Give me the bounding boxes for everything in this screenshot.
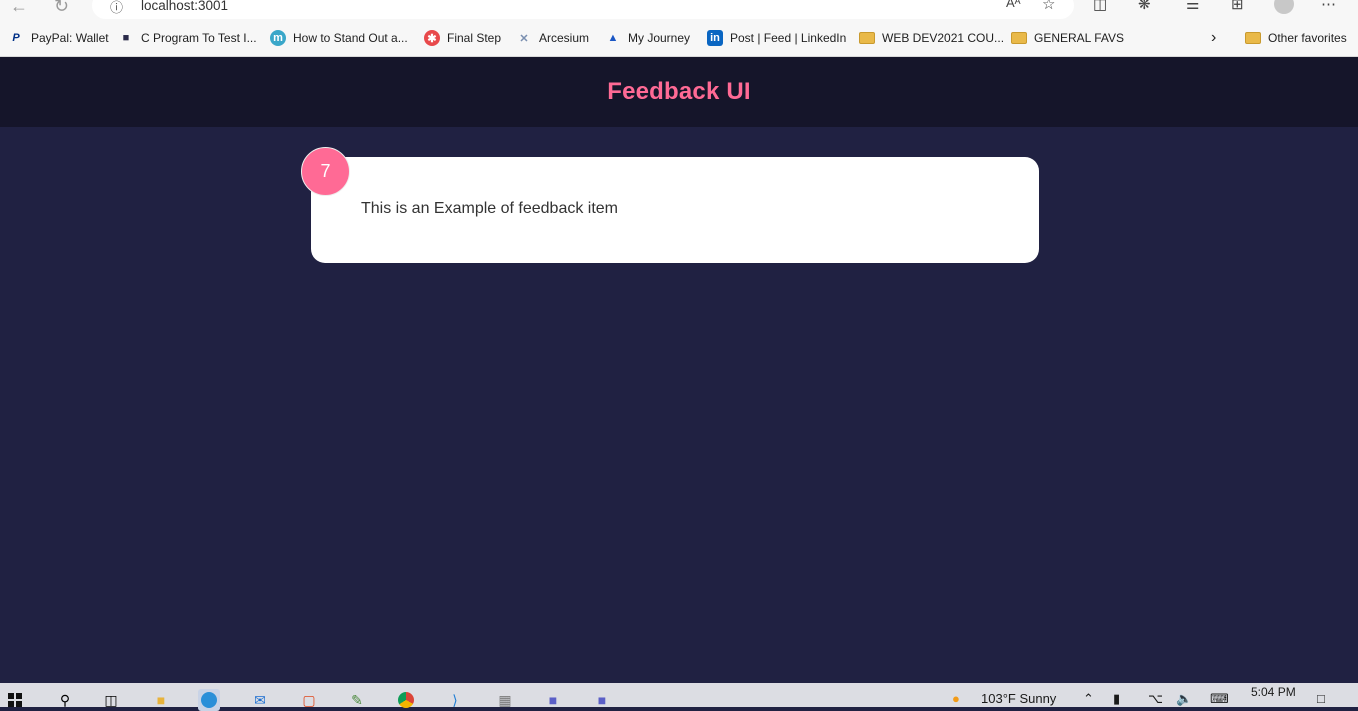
arcesium-icon: ✕ (519, 32, 529, 45)
clock-time[interactable]: 5:04 PM (1251, 685, 1296, 699)
bookmark-final-step[interactable]: ✱ Final Step (424, 29, 501, 47)
bookmark-stand-out[interactable]: m How to Stand Out a... (270, 29, 408, 47)
bookmark-arcesium[interactable]: ✕ Arcesium (516, 29, 589, 47)
rating-badge: 7 (301, 147, 350, 196)
back-icon[interactable]: ← (10, 0, 28, 17)
bookmark-folder-webdev[interactable]: WEB DEV2021 COU... (859, 29, 1004, 47)
profile-avatar[interactable] (1274, 0, 1294, 14)
bookmark-folder-general[interactable]: GENERAL FAVS (1011, 29, 1124, 47)
vscode-icon[interactable]: ⟩ (444, 689, 466, 711)
more-menu-icon[interactable]: ⋯ (1321, 0, 1336, 13)
medium-icon: m (270, 30, 286, 46)
bookmark-my-journey[interactable]: ▲ My Journey (605, 29, 690, 47)
other-favorites-folder[interactable]: Other favorites (1245, 29, 1347, 47)
bookmark-label: C Program To Test I... (141, 31, 257, 45)
app-icon[interactable]: ▦ (494, 689, 516, 711)
folder-icon (859, 30, 875, 46)
weather-sun-icon: ● (952, 691, 960, 706)
office-icon[interactable]: ▢ (298, 689, 320, 711)
bookmark-label: Post | Feed | LinkedIn (730, 31, 847, 45)
search-icon[interactable]: ⚲ (54, 689, 76, 711)
linkedin-icon: in (707, 30, 723, 46)
address-bar[interactable] (92, 0, 1074, 19)
final-step-icon: ✱ (424, 30, 440, 46)
browser-toolbar: ← ↻ ⓘ localhost:3001 Aᴬ ☆ ◫ ❋ ☰ ⊞ ⋯ (0, 0, 1358, 19)
journey-icon: ▲ (607, 32, 619, 44)
add-favorite-icon[interactable]: ☆ (1042, 0, 1055, 13)
bookmark-label: WEB DEV2021 COU... (882, 31, 1005, 45)
wifi-icon[interactable]: ⌥ (1148, 691, 1163, 707)
bookmark-label: PayPal: Wallet (31, 31, 109, 45)
other-favorites-label: Other favorites (1268, 31, 1347, 45)
edge-browser-icon[interactable] (198, 689, 220, 711)
refresh-icon[interactable]: ↻ (54, 0, 69, 17)
show-hidden-icons-chevron-icon[interactable]: ⌃ (1083, 691, 1094, 707)
windows-start-icon[interactable] (4, 689, 26, 711)
folder-icon (1011, 30, 1027, 46)
battery-icon[interactable]: ▮ (1113, 691, 1120, 707)
app-header: Feedback UI (0, 57, 1358, 127)
task-view-icon[interactable]: ◫ (100, 689, 122, 711)
bookmarks-overflow-chevron-icon[interactable]: › (1211, 29, 1216, 47)
site-icon: ■ (122, 32, 130, 44)
app-title: Feedback UI (607, 78, 751, 105)
bookmark-c-program[interactable]: ■ C Program To Test I... (118, 29, 257, 47)
volume-icon[interactable]: 🔈 (1176, 691, 1192, 707)
bookmark-label: GENERAL FAVS (1034, 31, 1125, 45)
chrome-icon[interactable] (395, 689, 417, 711)
collections-icon[interactable]: ⊞ (1231, 0, 1244, 13)
bookmark-label: Arcesium (539, 31, 590, 45)
bookmark-label: Final Step (447, 31, 502, 45)
notes-app-icon[interactable]: ✎ (346, 689, 368, 711)
bookmark-label: How to Stand Out a... (293, 31, 408, 45)
url-text[interactable]: localhost:3001 (141, 0, 228, 13)
extensions-icon[interactable]: ❋ (1138, 0, 1151, 13)
favorites-icon[interactable]: ☰ (1186, 0, 1199, 13)
notifications-icon[interactable]: □ (1317, 691, 1325, 706)
taskbar: ⚲ ◫ ■ ✉ ▢ ✎ ⟩ ▦ ■ ■ ● 103°F Sunny ⌃ ▮ ⌥ … (0, 683, 1358, 711)
keyboard-icon[interactable]: ⌨ (1210, 691, 1229, 707)
bookmarks-bar: P PayPal: Wallet ■ C Program To Test I..… (0, 19, 1358, 57)
read-aloud-icon[interactable]: Aᴬ (1006, 0, 1021, 10)
folder-icon (1245, 30, 1261, 46)
feedback-text: This is an Example of feedback item (361, 200, 619, 217)
site-info-icon[interactable]: ⓘ (110, 0, 123, 16)
bookmark-label: My Journey (628, 31, 691, 45)
teams-icon[interactable]: ■ (542, 689, 564, 711)
bookmark-linkedin[interactable]: in Post | Feed | LinkedIn (707, 29, 846, 47)
mail-icon[interactable]: ✉ (249, 689, 271, 711)
paypal-icon: P (12, 32, 20, 44)
extension-shield-icon[interactable]: ◫ (1093, 0, 1107, 13)
bookmark-paypal[interactable]: P PayPal: Wallet (8, 29, 109, 47)
file-explorer-icon[interactable]: ■ (150, 689, 172, 711)
weather-text[interactable]: 103°F Sunny (981, 691, 1056, 706)
teams-classic-icon[interactable]: ■ (591, 689, 613, 711)
